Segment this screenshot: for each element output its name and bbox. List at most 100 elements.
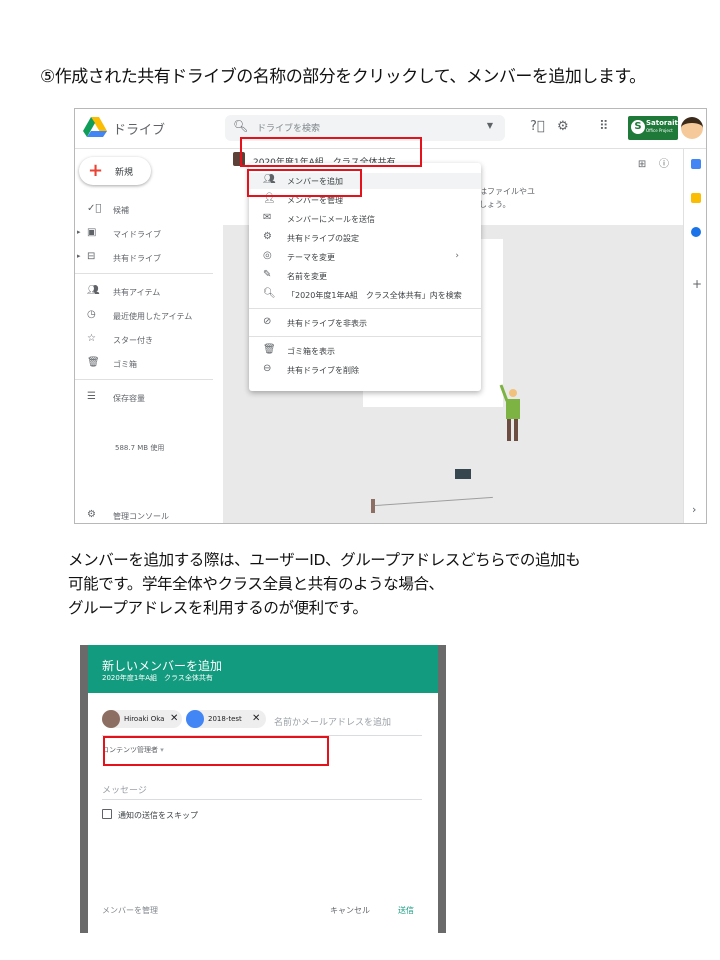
empty-state-illustration [499, 384, 520, 441]
sidebar-item-admin-console[interactable]: ⚙ 管理コンソール [75, 509, 223, 523]
trash-icon: 🗑︎ [87, 357, 100, 368]
sidebar-item-shared-with-me[interactable]: 👥︎ 共有アイテム [75, 285, 223, 301]
instruction-heading: ⑤作成された共有ドライブの名称の部分をクリックして、メンバーを追加します。 [40, 67, 646, 87]
member-chip[interactable]: Hiroaki Oka ✕ [102, 710, 182, 728]
menu-divider [249, 336, 481, 337]
sidebar-divider [75, 273, 213, 274]
add-addon-icon[interactable]: + [692, 277, 702, 291]
explanation-text: メンバーを追加する際は、ユーザーID、グループアドレスどちらでの追加も 可能です… [68, 548, 581, 620]
new-button-label: 新規 [115, 168, 134, 178]
dialog-header: 新しいメンバーを追加 2020年度1年A組 クラス全体共有 [88, 645, 438, 693]
search-options-icon[interactable]: ▼ [487, 121, 493, 130]
illustration-box [455, 469, 471, 479]
shared-drive-menu: 👥︎ メンバーを追加 👤︎ メンバーを管理 ✉ メンバーにメールを送信 ⚙ 共有… [249, 163, 481, 391]
drive-sidebar: + 新規 ✓⃝ 候補 ▸ ▣ マイドライブ ▸ ⊟ 共有ドライブ 👥︎ 共有アイ… [75, 149, 223, 523]
menu-item-label: 共有ドライブを削除 [287, 366, 359, 375]
close-icon[interactable]: ✕ [252, 713, 260, 724]
apps-grid-icon[interactable]: ⠿ [599, 119, 609, 134]
expand-arrow-icon[interactable]: ▸ [77, 252, 81, 260]
menu-item-rename[interactable]: ✎ 名前を変更 [249, 268, 481, 284]
highlight-role-select [103, 736, 329, 766]
account-avatar[interactable] [681, 117, 703, 139]
search-icon: 🔍︎ [233, 119, 249, 133]
highlight-add-members [247, 169, 362, 197]
sidebar-divider [75, 379, 213, 380]
menu-divider [249, 308, 481, 309]
highlight-drive-title [240, 137, 422, 167]
menu-item-delete-drive[interactable]: ⊖ 共有ドライブを削除 [249, 362, 481, 378]
sidebar-item-label: スター付き [113, 336, 153, 345]
trash-icon: 🗑︎ [263, 344, 276, 355]
sidebar-item-label: ゴミ箱 [113, 360, 137, 369]
empty-state-text: はファイルやユ しょう。 [479, 185, 535, 211]
search-icon: 🔍︎ [263, 288, 276, 299]
settings-icon: ⚙ [263, 231, 272, 242]
clock-icon: ◷ [87, 309, 96, 320]
member-chip-label: 2018-test [208, 715, 242, 723]
mail-icon: ✉ [263, 212, 272, 223]
message-input[interactable]: メッセージ [102, 783, 147, 796]
menu-item-show-trash[interactable]: 🗑︎ ゴミ箱を表示 [249, 343, 481, 359]
plus-icon: + [88, 160, 104, 181]
shared-with-me-icon: 👥︎ [87, 285, 100, 296]
brand-sub: Office Project [646, 128, 673, 133]
menu-item-settings[interactable]: ⚙ 共有ドライブの設定 [249, 230, 481, 246]
check-circle-icon: ✓⃝ [87, 203, 102, 214]
sidebar-item-label: 保存容量 [113, 394, 145, 403]
cancel-button[interactable]: キャンセル [330, 905, 370, 916]
close-icon[interactable]: ✕ [170, 713, 178, 724]
sidebar-item-label: 管理コンソール [113, 512, 169, 521]
new-button[interactable]: + 新規 [79, 157, 151, 185]
menu-item-hide-drive[interactable]: ⊘ 共有ドライブを非表示 [249, 315, 481, 331]
chevron-right-icon[interactable]: › [692, 503, 696, 516]
drive-screenshot: ドライブ 🔍︎ ドライブを検索 ▼ ?⃝ ⚙ ⠿ S Satoraite Off… [74, 108, 707, 524]
side-panel-rail: + › [683, 149, 706, 523]
menu-item-label: 名前を変更 [287, 272, 327, 281]
dialog-subtitle: 2020年度1年A組 クラス全体共有 [102, 674, 213, 682]
help-icon[interactable]: ?⃝ [530, 119, 545, 134]
sidebar-item-trash[interactable]: 🗑︎ ゴミ箱 [75, 357, 223, 373]
menu-item-email-members[interactable]: ✉ メンバーにメールを送信 [249, 211, 481, 227]
sidebar-item-shared-drives[interactable]: ▸ ⊟ 共有ドライブ [75, 251, 223, 267]
manage-members-link[interactable]: メンバーを管理 [102, 905, 158, 916]
avatar [102, 710, 120, 728]
add-members-dialog: 新しいメンバーを追加 2020年度1年A組 クラス全体共有 Hiroaki Ok… [88, 645, 438, 933]
add-member-input[interactable]: 名前かメールアドレスを追加 [274, 715, 391, 728]
view-toggle-icons[interactable]: ⊞ ⓘ [638, 155, 669, 170]
empty-state-line: はファイルやユ [479, 187, 535, 196]
empty-state-line: しょう。 [479, 200, 511, 209]
menu-item-label: テーマを変更 [287, 253, 335, 262]
brand-logo: S Satoraite Office Project [628, 116, 683, 140]
brand-s-icon: S [631, 120, 645, 134]
admin-console-icon: ⚙ [87, 509, 96, 520]
menu-item-search-within[interactable]: 🔍︎ 「2020年度1年A組 クラス全体共有」内を検索 [249, 287, 481, 303]
send-button[interactable]: 送信 [398, 905, 414, 916]
sidebar-item-label: 共有アイテム [113, 288, 161, 297]
avatar [186, 710, 204, 728]
sidebar-item-priority[interactable]: ✓⃝ 候補 [75, 203, 223, 219]
search-placeholder: ドライブを検索 [257, 124, 321, 134]
skip-notification-checkbox[interactable] [102, 809, 112, 819]
explanation-line: 可能です。学年全体やクラス全員と共有のような場合、 [68, 575, 444, 593]
member-chip[interactable]: 2018-test ✕ [186, 710, 266, 728]
menu-item-label: 共有ドライブを非表示 [287, 319, 367, 328]
gear-icon[interactable]: ⚙ [557, 119, 569, 134]
tasks-icon[interactable] [691, 227, 701, 237]
sidebar-item-label: 最近使用したアイテム [113, 312, 193, 321]
menu-item-change-theme[interactable]: ◎ テーマを変更 › [249, 249, 481, 265]
sidebar-item-storage[interactable]: ☰ 保存容量 [75, 391, 223, 407]
minus-circle-icon: ⊖ [263, 363, 272, 374]
menu-item-label: 共有ドライブの設定 [287, 234, 359, 243]
sidebar-item-recent[interactable]: ◷ 最近使用したアイテム [75, 309, 223, 325]
hide-icon: ⊘ [263, 316, 272, 327]
expand-arrow-icon[interactable]: ▸ [77, 228, 81, 236]
calendar-icon[interactable] [691, 159, 701, 169]
sidebar-item-starred[interactable]: ☆ スター付き [75, 333, 223, 349]
sidebar-item-my-drive[interactable]: ▸ ▣ マイドライブ [75, 227, 223, 243]
keep-icon[interactable] [691, 193, 701, 203]
explanation-line: メンバーを追加する際は、ユーザーID、グループアドレスどちらでの追加も [68, 551, 581, 569]
sidebar-item-label: 共有ドライブ [113, 254, 161, 263]
sidebar-item-label: マイドライブ [113, 230, 161, 239]
illustration-stake [371, 499, 375, 513]
my-drive-icon: ▣ [87, 227, 97, 238]
